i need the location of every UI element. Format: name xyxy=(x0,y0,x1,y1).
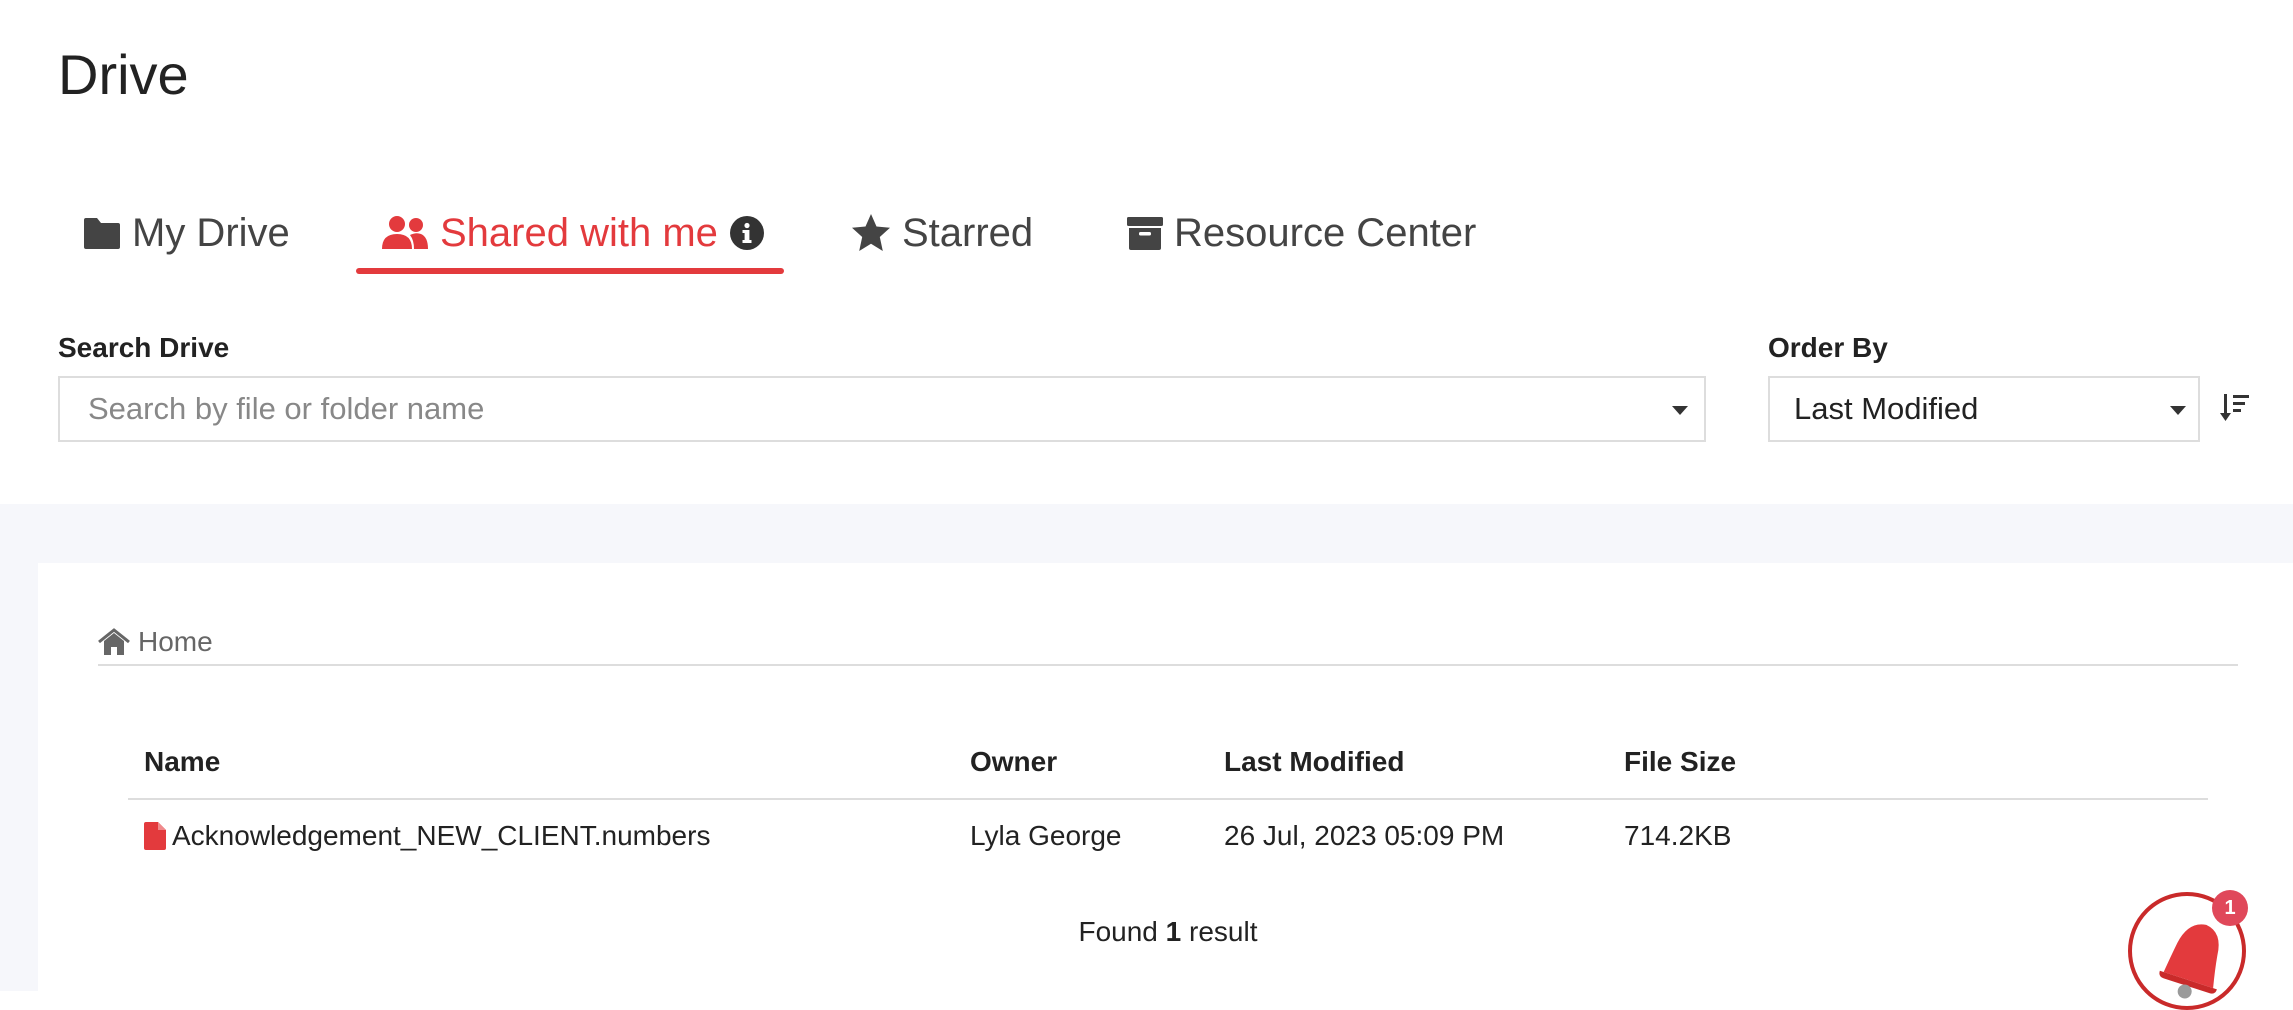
order-by-value: Last Modified xyxy=(1794,391,1979,426)
home-icon xyxy=(98,628,130,656)
tab-starred[interactable]: Starred xyxy=(850,190,1033,276)
column-header-file-size[interactable]: File Size xyxy=(1624,746,1736,778)
folder-icon xyxy=(82,216,122,250)
result-suffix: result xyxy=(1189,916,1258,947)
info-icon[interactable] xyxy=(729,216,764,250)
result-count: Found 1 result xyxy=(0,916,2293,948)
breadcrumb-home[interactable]: Home xyxy=(138,626,213,658)
archive-icon xyxy=(1126,215,1164,251)
search-label: Search Drive xyxy=(58,332,230,363)
chevron-down-icon[interactable] xyxy=(1672,406,1688,415)
order-by-select[interactable]: Last Modified xyxy=(1768,376,2200,442)
tab-label: Starred xyxy=(902,210,1034,255)
result-number: 1 xyxy=(1165,916,1182,947)
chevron-down-icon xyxy=(2170,406,2186,415)
search-input[interactable] xyxy=(86,390,1640,428)
tab-label: Resource Center xyxy=(1174,210,1477,255)
tab-shared-with-me[interactable]: Shared with me xyxy=(380,190,764,276)
column-header-last-modified[interactable]: Last Modified xyxy=(1224,746,1404,778)
column-header-name[interactable]: Name xyxy=(144,746,220,778)
file-owner: Lyla George xyxy=(970,820,1122,851)
order-by-label: Order By xyxy=(1768,332,1888,363)
file-size: 714.2KB xyxy=(1624,820,1732,851)
table-header-divider xyxy=(128,798,2208,800)
file-icon xyxy=(144,822,166,850)
active-tab-indicator xyxy=(356,268,784,274)
file-name-cell[interactable]: Acknowledgement_NEW_CLIENT.numbers xyxy=(144,820,710,852)
drive-tabs: My Drive Shared with me Starred Resource… xyxy=(58,190,1508,276)
search-field[interactable] xyxy=(58,376,1706,442)
notification-badge: 1 xyxy=(2212,890,2248,926)
tab-resource-center[interactable]: Resource Center xyxy=(1126,190,1476,276)
file-last-modified: 26 Jul, 2023 05:09 PM xyxy=(1224,820,1505,851)
star-icon xyxy=(850,213,892,253)
column-header-owner[interactable]: Owner xyxy=(970,746,1057,778)
tab-my-drive[interactable]: My Drive xyxy=(82,190,290,276)
result-prefix: Found xyxy=(1078,916,1158,947)
breadcrumb[interactable]: Home xyxy=(98,626,213,658)
breadcrumb-divider xyxy=(98,664,2238,666)
tab-label: Shared with me xyxy=(440,210,718,255)
sort-desc-icon xyxy=(2220,394,2250,426)
tab-label: My Drive xyxy=(132,210,290,255)
sort-direction-button[interactable] xyxy=(2220,392,2250,427)
file-name[interactable]: Acknowledgement_NEW_CLIENT.numbers xyxy=(172,820,710,852)
users-icon xyxy=(380,215,430,251)
page-title: Drive xyxy=(58,43,189,106)
